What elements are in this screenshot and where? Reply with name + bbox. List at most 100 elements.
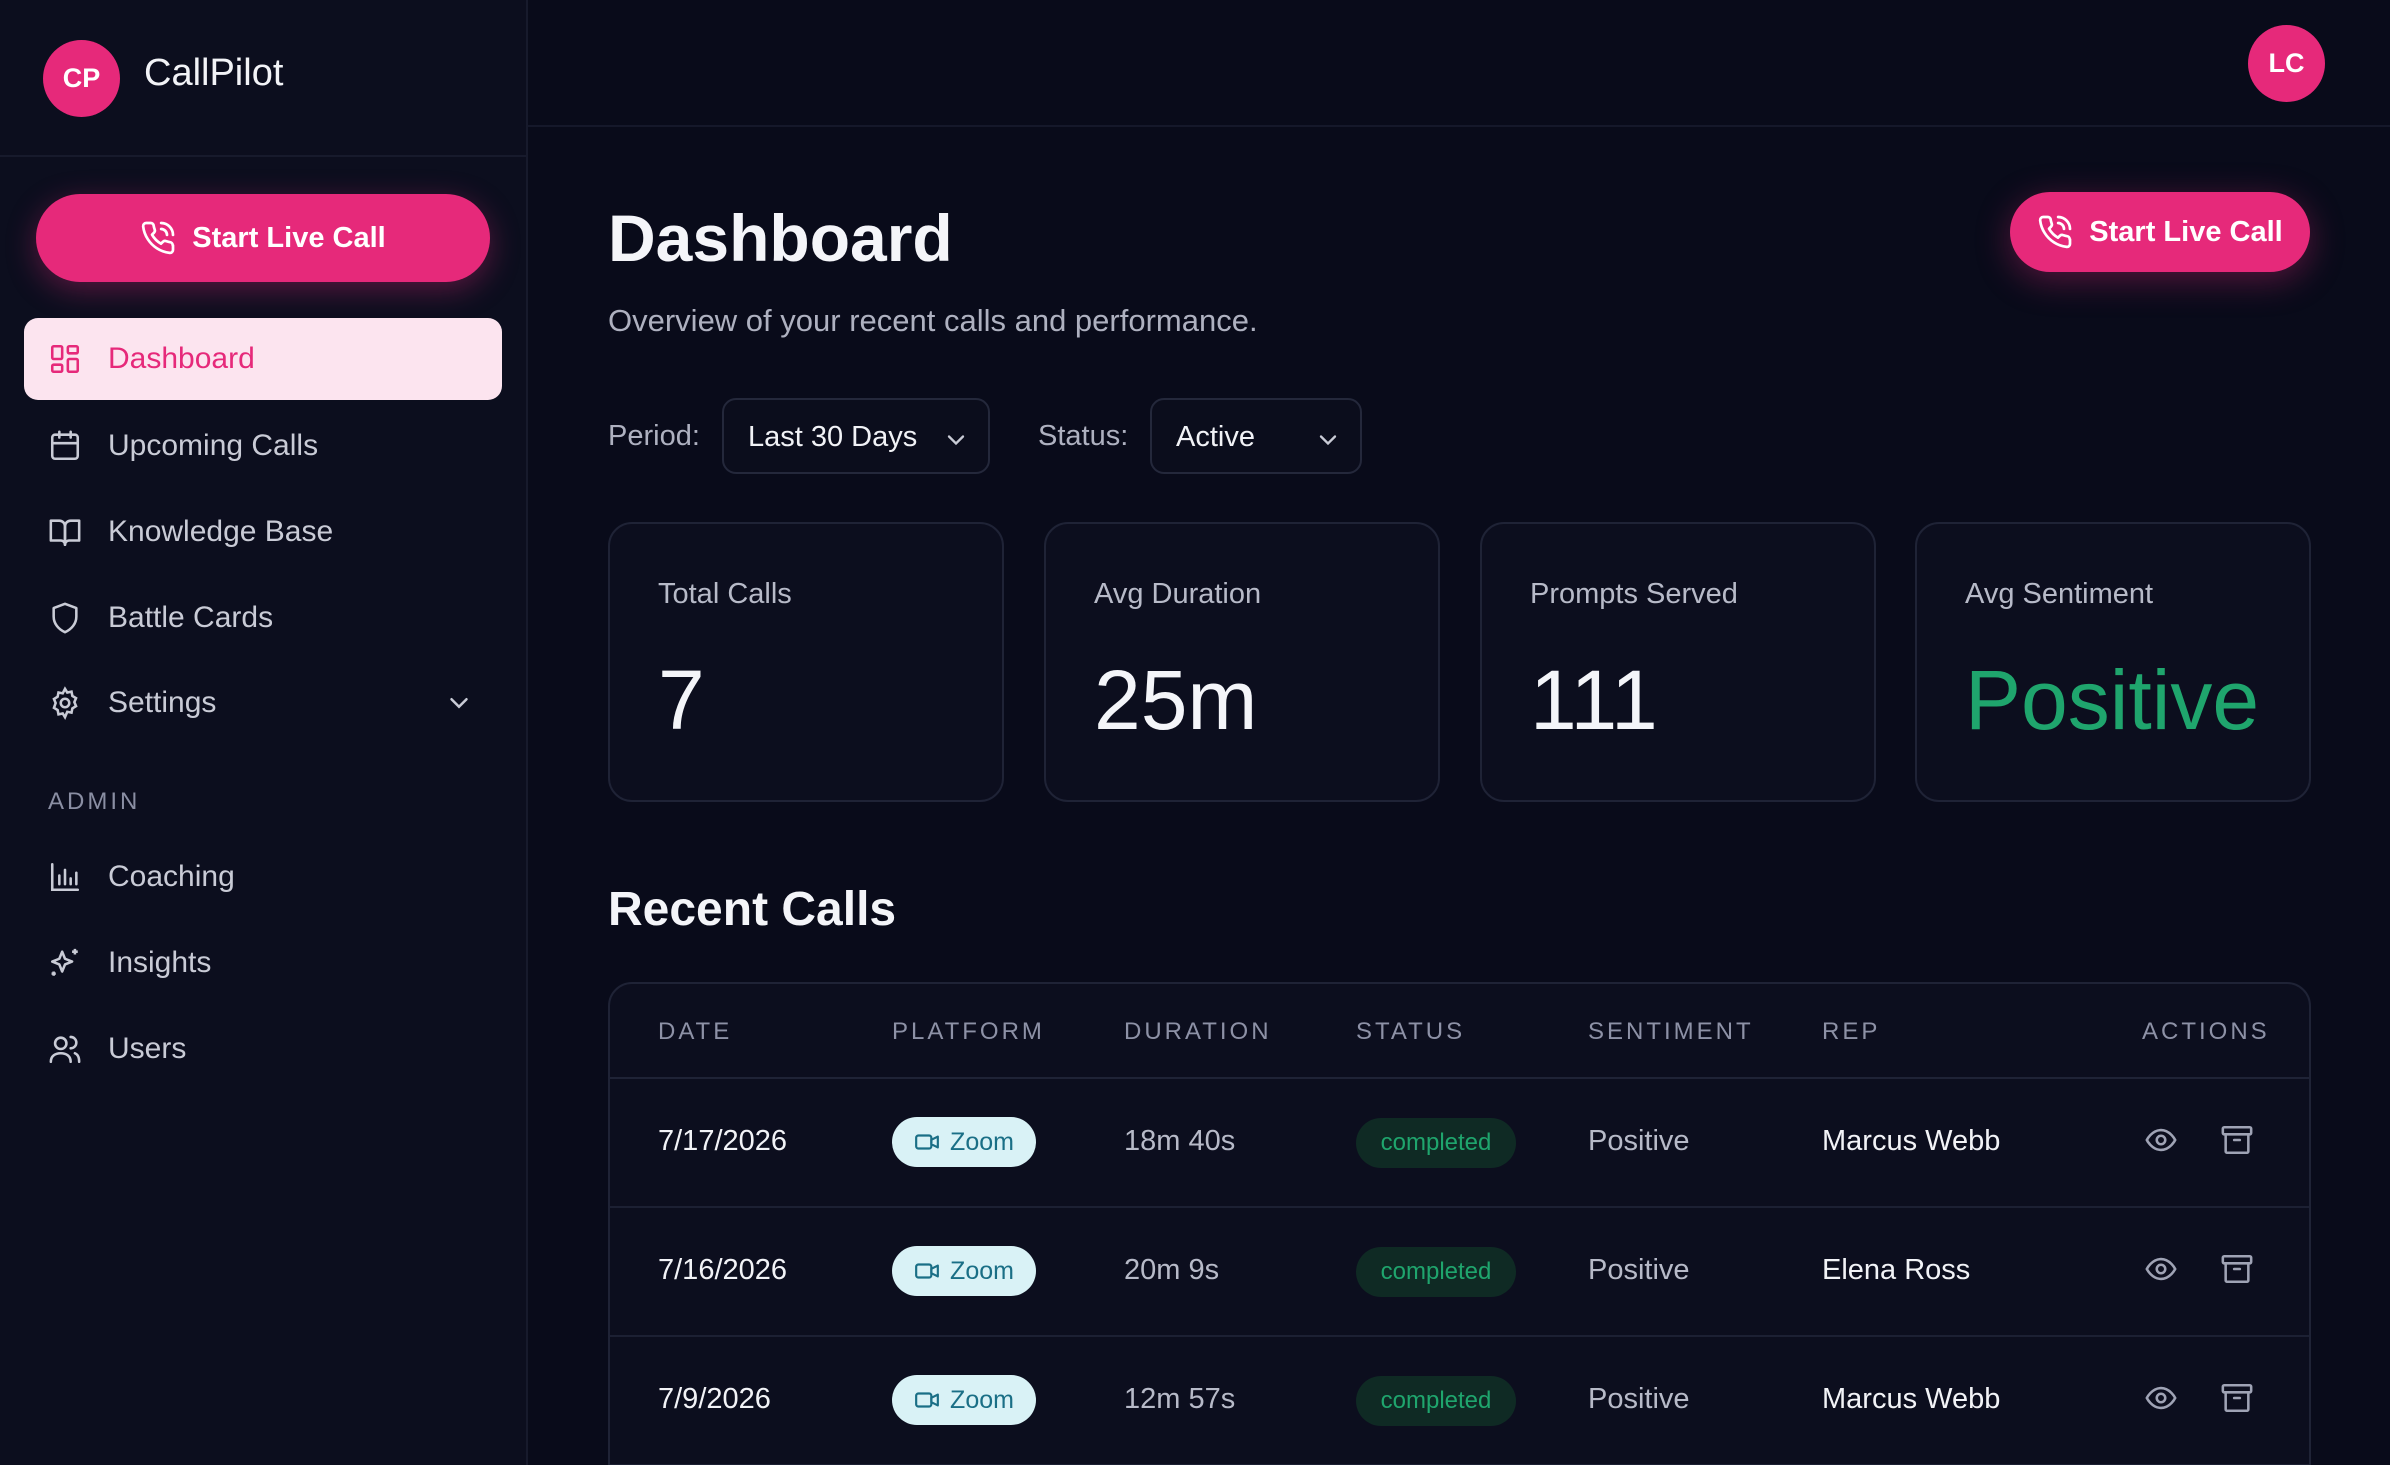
column-header-date[interactable]: DATE [658,1018,732,1046]
sidebar-item-insights[interactable]: Insights [24,922,502,1004]
sparkles-icon [50,948,78,976]
app-root: CP CallPilot Start Live Call Dashboard U… [0,0,2390,1465]
sidebar-item-label: Battle Cards [108,601,274,634]
grid-icon [50,344,80,374]
stat-label: Total Calls [658,578,792,610]
sidebar-item-label: Users [108,1032,187,1065]
stat-card-avg-sentiment: Avg Sentiment Positive [1915,522,2311,802]
sidebar-item-label: Coaching [108,860,235,893]
call-duration: 18m 40s [1124,1125,1236,1157]
call-sentiment: Positive [1588,1125,1690,1157]
status-select[interactable]: Active [1150,398,1362,474]
column-header-platform[interactable]: PLATFORM [892,1018,1045,1046]
sidebar-start-live-call-label: Start Live Call [192,221,386,254]
stat-label: Avg Sentiment [1965,578,2154,610]
video-camera-icon [915,1263,939,1279]
call-duration: 12m 57s [1124,1383,1236,1415]
platform-name: Zoom [950,1385,1014,1414]
sidebar-item-battle-cards[interactable]: Battle Cards [24,577,502,659]
stat-value: 111 [1530,653,1658,747]
platform-name: Zoom [950,1127,1014,1156]
stat-label: Avg Duration [1094,578,1262,610]
platform-badge: Zoom [892,1246,1036,1296]
app-logo[interactable]: CP [43,40,120,117]
stat-card-avg-duration: Avg Duration 25m [1044,522,1440,802]
sidebar-item-users[interactable]: Users [24,1008,502,1090]
column-header-actions: ACTIONS [2142,1018,2270,1045]
user-avatar[interactable]: LC [2248,25,2325,102]
period-filter-label: Period: [608,420,700,452]
table-row[interactable]: 7/16/2026 Zoom 20m 9s completed Positive… [610,1208,2309,1337]
status-badge: completed [1356,1118,1516,1168]
sidebar-item-coaching[interactable]: Coaching [24,836,502,918]
archive-icon[interactable] [2220,1252,2254,1286]
status-filter-label: Status: [1038,420,1129,452]
call-rep: Marcus Webb [1822,1125,2001,1157]
call-date: 7/17/2026 [658,1125,788,1157]
sidebar-item-settings[interactable]: Settings [24,662,502,744]
users-icon [49,1035,81,1064]
period-select-value: Last 30 Days [748,421,918,453]
sidebar-item-label: Knowledge Base [108,515,334,548]
chevron-down-icon [947,435,965,446]
call-rep: Elena Ross [1822,1254,1971,1286]
table-row[interactable]: 7/9/2026 Zoom 12m 57s completed Positive… [610,1337,2309,1465]
page-subtitle: Overview of your recent calls and perfor… [608,303,1258,338]
column-header-sentiment[interactable]: SENTIMENT [1588,1018,1754,1046]
call-rep: Marcus Webb [1822,1383,2001,1415]
sidebar-start-live-call-button[interactable]: Start Live Call [36,194,490,282]
gear-icon [52,686,78,720]
brand-header: CP CallPilot [0,0,526,157]
platform-name: Zoom [950,1256,1014,1285]
start-live-call-button[interactable]: Start Live Call [2010,192,2310,272]
book-icon [49,519,81,547]
recent-calls-table: DATE PLATFORM DURATION STATUS SENTIMENT … [608,982,2311,1465]
app-name: CallPilot [144,52,284,94]
column-header-duration[interactable]: DURATION [1124,1018,1272,1046]
start-live-call-label: Start Live Call [2089,215,2283,248]
bar-chart-icon [50,862,80,892]
sidebar-item-label: Insights [108,946,212,979]
eye-icon[interactable] [2144,1123,2178,1157]
sidebar-item-label: Settings [108,686,217,719]
table-header: DATE PLATFORM DURATION STATUS SENTIMENT … [610,984,2309,1079]
sidebar-item-label: Upcoming Calls [108,429,319,462]
platform-badge: Zoom [892,1375,1036,1425]
eye-icon[interactable] [2144,1252,2178,1286]
call-sentiment: Positive [1588,1254,1690,1286]
sidebar-item-dashboard[interactable]: Dashboard [24,318,502,400]
archive-icon[interactable] [2220,1381,2254,1415]
recent-calls-title: Recent Calls [608,883,897,936]
call-date: 7/16/2026 [658,1254,788,1286]
status-badge: completed [1356,1376,1516,1426]
video-camera-icon [915,1392,939,1408]
stat-card-total-calls: Total Calls 7 [608,522,1004,802]
calendar-icon [50,430,80,461]
status-select-value: Active [1176,421,1255,453]
stat-label: Prompts Served [1530,578,1738,610]
column-header-rep[interactable]: REP [1822,1018,1880,1046]
sidebar-item-knowledge-base[interactable]: Knowledge Base [24,491,502,573]
column-header-status[interactable]: STATUS [1356,1018,1465,1046]
call-duration: 20m 9s [1124,1254,1220,1286]
call-date: 7/9/2026 [658,1383,771,1415]
stat-card-prompts-served: Prompts Served 111 [1480,522,1876,802]
stat-value: Positive [1965,653,2260,747]
page-title: Dashboard [608,201,953,275]
stat-value: 25m [1094,653,1258,747]
call-sentiment: Positive [1588,1383,1690,1415]
shield-icon [52,602,78,634]
platform-badge: Zoom [892,1117,1036,1167]
top-bar: LC [528,0,2390,127]
sidebar-item-upcoming-calls[interactable]: Upcoming Calls [24,405,502,487]
chevron-down-icon [1319,435,1337,446]
stat-value: 7 [658,653,705,747]
table-row[interactable]: 7/17/2026 Zoom 18m 40s completed Positiv… [610,1079,2309,1208]
status-badge: completed [1356,1247,1516,1297]
archive-icon[interactable] [2220,1123,2254,1157]
period-select[interactable]: Last 30 Days [722,398,990,474]
sidebar-item-label: Dashboard [108,342,255,375]
eye-icon[interactable] [2144,1381,2178,1415]
video-camera-icon [915,1134,939,1150]
chevron-down-icon[interactable] [444,688,474,718]
